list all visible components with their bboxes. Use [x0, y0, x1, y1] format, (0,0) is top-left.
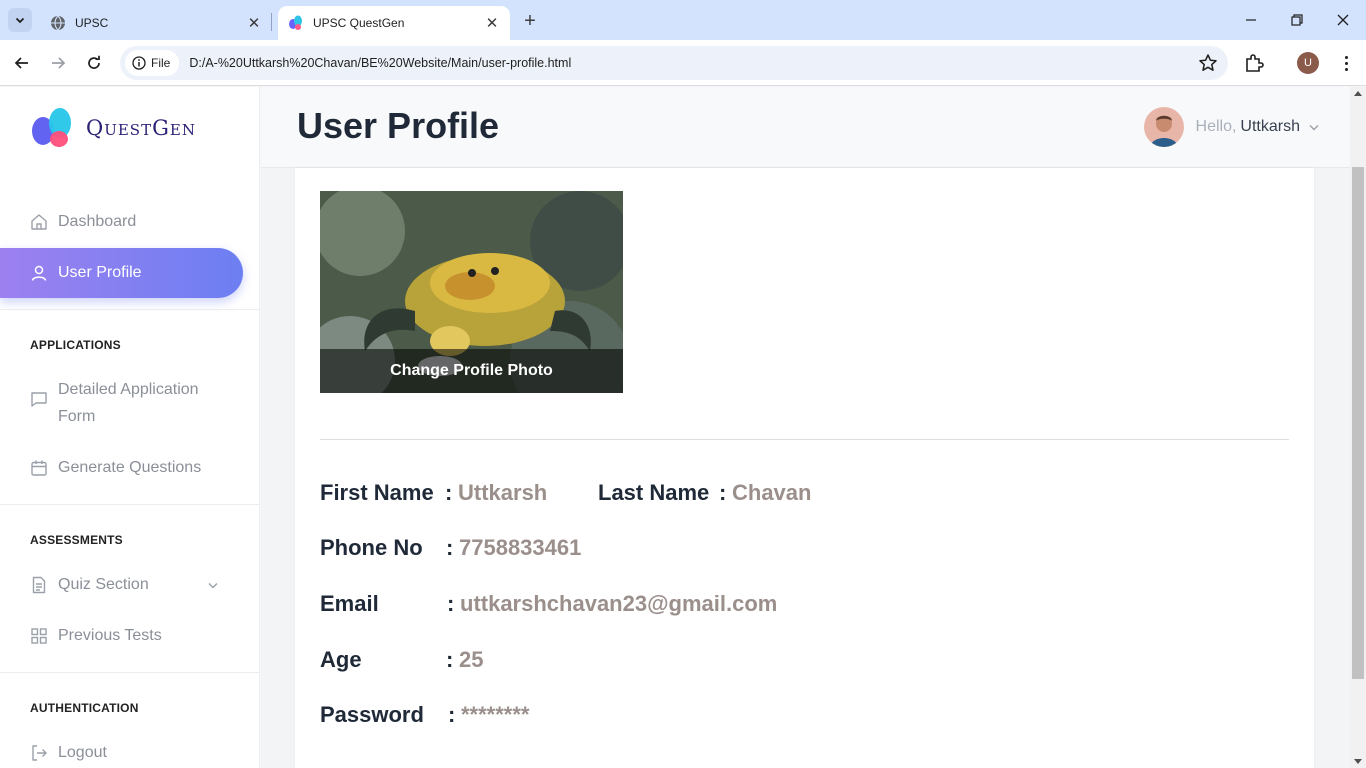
sidebar-divider: [0, 504, 259, 505]
age-label: Age: [320, 647, 362, 672]
reload-icon: [88, 55, 100, 69]
sidebar-item-previous-tests[interactable]: Previous Tests: [0, 611, 243, 661]
sidebar-item-user-profile[interactable]: User Profile: [0, 248, 243, 298]
scroll-down-arrow-icon[interactable]: [1354, 759, 1362, 764]
section-title-authentication: AUTHENTICATION: [30, 701, 139, 715]
email-value: uttkarshchavan23@gmail.com: [460, 591, 778, 616]
age-value: 25: [459, 647, 484, 672]
user-name: Uttkarsh: [1240, 118, 1300, 135]
restore-icon: [1291, 14, 1303, 26]
browser-tab-upsc[interactable]: UPSC ✕: [40, 6, 272, 40]
bookmark-star-icon[interactable]: [1198, 53, 1218, 73]
email-label: Email: [320, 591, 379, 616]
section-title-assessments: ASSESSMENTS: [30, 533, 123, 547]
site-info-chip[interactable]: File: [125, 50, 180, 76]
back-button[interactable]: [10, 51, 34, 75]
change-profile-photo-button[interactable]: Change Profile Photo: [320, 349, 623, 393]
forward-button[interactable]: [46, 51, 70, 75]
minimize-button[interactable]: [1228, 0, 1274, 40]
sidebar-item-dashboard[interactable]: Dashboard: [0, 197, 243, 247]
sidebar-item-label: User Profile: [58, 264, 142, 281]
minimize-icon: [1246, 19, 1256, 21]
phone-value: 7758833461: [459, 535, 582, 560]
sidebar-divider: [0, 309, 259, 310]
questgen-logo-icon: [289, 15, 302, 30]
sidebar-item-label: Detailed Application Form: [58, 381, 199, 425]
reload-button[interactable]: [82, 51, 106, 75]
sidebar-divider: [0, 672, 259, 673]
home-icon: [31, 214, 47, 230]
first-name-label: First Name: [320, 480, 434, 505]
sidebar-item-label: Dashboard: [58, 213, 137, 230]
url-text[interactable]: D:/A-%20Uttkarsh%20Chavan/BE%20Website/M…: [189, 56, 571, 70]
close-window-button[interactable]: [1320, 0, 1366, 40]
browser-tab-questgen[interactable]: UPSC QuestGen ✕: [278, 6, 510, 40]
last-name-value: Chavan: [732, 480, 812, 505]
sidebar: QuestGen Dashboard User Profile APPLICAT…: [0, 87, 260, 768]
close-icon: [1337, 14, 1349, 26]
brand-name: QuestGen: [86, 116, 196, 140]
field-separator: :: [445, 480, 453, 505]
field-separator: :: [719, 480, 727, 505]
restore-button[interactable]: [1274, 0, 1320, 40]
tab-search-button[interactable]: [8, 8, 32, 32]
browser-profile-avatar[interactable]: U: [1297, 52, 1319, 74]
tab-separator: [271, 13, 272, 31]
section-title-applications: APPLICATIONS: [30, 338, 121, 352]
scrollbar-thumb[interactable]: [1352, 167, 1364, 679]
close-tab-icon[interactable]: ✕: [484, 15, 500, 32]
tab-title: UPSC QuestGen: [313, 16, 405, 30]
questgen-logo-icon: [32, 108, 71, 147]
grid-icon: [31, 628, 47, 644]
calendar-icon: [31, 460, 47, 476]
site-chip-label: File: [151, 56, 171, 70]
new-tab-button[interactable]: +: [518, 9, 542, 33]
browser-menu-button[interactable]: [1336, 52, 1356, 74]
avatar: [1143, 107, 1184, 147]
page-scrollbar[interactable]: [1350, 87, 1366, 768]
extensions-puzzle-icon[interactable]: [1242, 51, 1266, 75]
address-bar[interactable]: File D:/A-%20Uttkarsh%20Chavan/BE%20Webs…: [120, 46, 1228, 80]
user-icon: [31, 265, 47, 281]
sidebar-item-label: Previous Tests: [58, 627, 162, 644]
arrow-left-icon: [14, 57, 28, 69]
sidebar-item-quiz-section[interactable]: Quiz Section: [0, 560, 259, 610]
sidebar-item-generate-questions[interactable]: Generate Questions: [0, 443, 243, 493]
close-tab-icon[interactable]: ✕: [246, 15, 262, 32]
arrow-right-icon: [52, 57, 66, 69]
chevron-down-icon: [15, 17, 25, 24]
user-menu-dropdown[interactable]: Hello, Uttkarsh: [1143, 107, 1320, 147]
browser-tab-bar: UPSC ✕ UPSC QuestGen ✕ +: [0, 0, 1366, 40]
greeting-text: Hello,: [1195, 118, 1237, 135]
sidebar-item-label: Quiz Section: [58, 576, 149, 593]
page-header: User Profile Hello, Uttkarsh: [261, 87, 1350, 168]
field-separator: :: [446, 647, 454, 672]
chevron-down-icon: [1309, 125, 1319, 131]
password-value: ********: [461, 702, 530, 727]
file-text-icon: [32, 576, 46, 594]
logout-icon: [32, 745, 47, 761]
first-name-value: Uttkarsh: [458, 480, 548, 505]
profile-photo[interactable]: Change Profile Photo: [320, 191, 623, 393]
sidebar-item-logout[interactable]: Logout: [0, 728, 243, 768]
card-divider: [320, 439, 1289, 440]
sidebar-item-label: Logout: [58, 744, 107, 761]
browser-toolbar: File D:/A-%20Uttkarsh%20Chavan/BE%20Webs…: [0, 40, 1366, 86]
tab-title: UPSC: [75, 16, 109, 30]
password-label: Password: [320, 702, 424, 727]
field-separator: :: [446, 535, 454, 560]
phone-label: Phone No: [320, 535, 423, 560]
brand-logo[interactable]: QuestGen: [30, 107, 196, 149]
message-square-icon: [31, 392, 47, 407]
scroll-up-arrow-icon[interactable]: [1354, 91, 1362, 96]
globe-icon: [51, 15, 65, 31]
field-separator: :: [447, 591, 455, 616]
page-title: User Profile: [297, 105, 500, 146]
last-name-label: Last Name: [598, 480, 710, 505]
field-separator: :: [448, 702, 456, 727]
sidebar-item-detailed-application-form[interactable]: Detailed Application Form: [0, 376, 230, 436]
sidebar-item-label: Generate Questions: [58, 459, 202, 476]
chevron-down-icon: [208, 583, 218, 589]
info-icon: [132, 56, 146, 70]
